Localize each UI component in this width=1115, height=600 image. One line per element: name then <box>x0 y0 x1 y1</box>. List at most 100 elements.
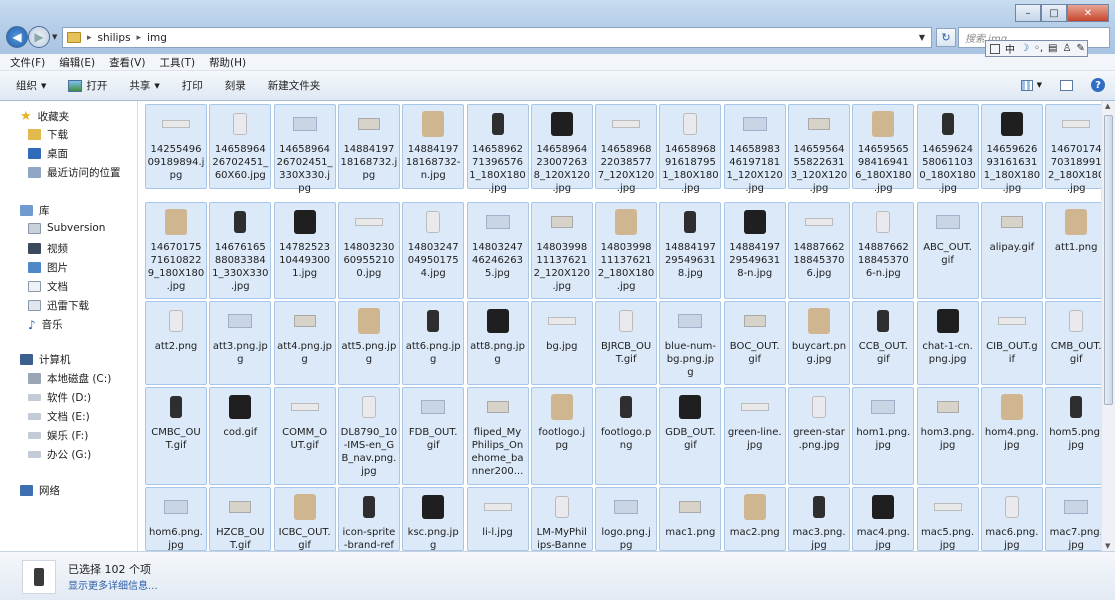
nav-libraries[interactable]: 库 <box>20 203 50 218</box>
file-tile[interactable]: li-l.jpg <box>466 487 529 551</box>
refresh-button[interactable]: ↻ <box>936 28 956 47</box>
file-tile[interactable]: hom1.png. jpg <box>852 387 915 485</box>
nav-recent-places[interactable]: 最近访问的位置 <box>28 165 121 180</box>
open-button[interactable]: 打开 <box>68 78 107 93</box>
file-tile[interactable]: 14782523 10449300 1.jpg <box>273 202 336 299</box>
file-tile[interactable]: 14658968 22038577 7_120X120 .jpg <box>595 104 658 194</box>
file-tile[interactable]: 14887662 18845370 6.jpg <box>788 202 850 299</box>
file-tile[interactable]: att3.png.jp g <box>209 301 272 385</box>
ime-language-label[interactable]: 中 <box>1005 41 1015 56</box>
minimize-button[interactable]: – <box>1015 4 1041 22</box>
file-tile[interactable]: 14658968 91618795 1_180X180 .jpg <box>659 104 722 194</box>
menu-view[interactable]: 查看(V) <box>109 55 145 70</box>
file-tile[interactable]: alipay.gif <box>980 202 1043 299</box>
file-list[interactable]: 14255496 09189894.j pg 14658964 26702451_ 60X… <box>139 101 1101 551</box>
nav-network[interactable]: 网络 <box>20 483 60 498</box>
file-tile[interactable]: blue-num-bg.png.jp g <box>659 301 722 385</box>
file-tile[interactable]: 14658964 26702451_ 330X330.j pg <box>273 104 336 194</box>
back-button[interactable]: ◀ <box>6 26 28 48</box>
file-tile[interactable]: att4.png.jp g <box>273 301 336 385</box>
file-tile[interactable]: footlogo.j pg <box>530 387 593 485</box>
file-tile[interactable]: cod.gif <box>209 387 272 485</box>
menu-file[interactable]: 文件(F) <box>10 55 45 70</box>
file-tile[interactable]: footlogo.p ng <box>595 387 658 485</box>
file-tile[interactable]: DL8790_10 -IMS-en_G B_nav.png. jpg <box>337 387 400 485</box>
file-tile[interactable]: chat-1-cn. png.jpg <box>916 301 979 385</box>
file-tile[interactable]: logo.png.j pg <box>595 487 658 551</box>
file-tile[interactable]: mac6.png. jpg <box>980 487 1043 551</box>
file-tile[interactable]: 14803998 11137621 2_120X120 .jpg <box>530 202 593 299</box>
breadcrumb-shilips[interactable]: shilips <box>98 32 131 44</box>
nav-drive-c[interactable]: 本地磁盘 (C:) <box>28 371 111 386</box>
file-tile[interactable]: 14658983 46197181 1_120X120 .jpg <box>723 104 786 194</box>
preview-pane-icon[interactable] <box>1060 79 1073 91</box>
file-tile[interactable]: CMB_OUT. gif <box>1045 301 1101 385</box>
file-tile[interactable]: att1.png <box>1045 202 1101 299</box>
file-tile[interactable]: 14659624 58061103 0_180X180 .jpg <box>916 104 979 194</box>
file-tile[interactable]: hom6.png. jpg <box>145 487 207 551</box>
file-tile[interactable]: att2.png <box>145 301 207 385</box>
nav-drive-f[interactable]: 娱乐 (F:) <box>28 428 88 443</box>
file-tile[interactable]: FDB_OUT. gif <box>402 387 465 485</box>
nav-subversion[interactable]: Subversion <box>28 222 105 234</box>
file-tile[interactable]: CMBC_OU T.gif <box>145 387 207 485</box>
nav-favorites[interactable]: ★ 收藏夹 <box>20 109 69 124</box>
file-tile[interactable]: 14658964 23007263 8_120X120 .jpg <box>530 104 593 194</box>
address-dropdown-icon[interactable]: ▼ <box>919 33 925 42</box>
chevron-right-icon[interactable]: ▸ <box>87 33 92 43</box>
file-tile[interactable]: att5.png.jp g <box>337 301 400 385</box>
scroll-down-icon[interactable]: ▼ <box>1105 542 1110 550</box>
file-tile[interactable]: buycart.pn g.jpg <box>788 301 850 385</box>
file-tile[interactable]: att8.png.jp g <box>466 301 529 385</box>
nav-downloads[interactable]: 下载 <box>28 127 68 142</box>
file-tile[interactable]: fliped_My Philips_On ehome_ba nner200... <box>466 387 529 485</box>
file-tile[interactable]: hom3.png. jpg <box>916 387 979 485</box>
file-tile[interactable]: green-star .png.jpg <box>788 387 850 485</box>
nav-music[interactable]: ♪ 音乐 <box>28 317 63 332</box>
breadcrumb-img[interactable]: img <box>147 32 167 44</box>
file-tile[interactable]: 14803247 04950175 4.jpg <box>402 202 465 299</box>
ime-toolbar[interactable]: 中 ☽ ◦, ▤ ♙ ✎ <box>985 40 1088 57</box>
file-tile[interactable]: 14884197 18168732.j pg <box>337 104 400 189</box>
new-folder-button[interactable]: 新建文件夹 <box>268 78 321 93</box>
file-tile[interactable]: 14658964 26702451_ 60X60.jpg <box>209 104 272 189</box>
nav-computer[interactable]: 计算机 <box>20 352 71 367</box>
file-tile[interactable]: icon-sprite -brand-ref <box>337 487 400 551</box>
share-button[interactable]: 共享 ▼ <box>129 78 159 93</box>
file-tile[interactable]: mac7.png. jpg <box>1045 487 1101 551</box>
file-tile[interactable]: hom4.png. jpg <box>980 387 1043 485</box>
file-tile[interactable]: 14659626 93161631 1_180X180 .jpg <box>980 104 1043 194</box>
file-tile[interactable]: green-line. jpg <box>723 387 786 485</box>
nav-xunlei[interactable]: 迅雷下载 <box>28 298 89 313</box>
chevron-right-icon[interactable]: ▸ <box>137 33 142 43</box>
file-tile[interactable]: CIB_OUT.g if <box>980 301 1043 385</box>
file-tile[interactable]: 14670175 71610822 9_180X180 .jpg <box>145 202 207 299</box>
file-tile[interactable]: 14659565 98416941 6_180X180 .jpg <box>852 104 915 194</box>
file-tile[interactable]: ICBC_OUT. gif <box>273 487 336 551</box>
nav-drive-g[interactable]: 办公 (G:) <box>28 447 91 462</box>
print-button[interactable]: 打印 <box>182 78 203 93</box>
file-tile[interactable]: ksc.png.jp g <box>402 487 465 551</box>
file-tile[interactable]: mac1.png <box>659 487 722 551</box>
forward-button[interactable]: ▶ <box>28 26 50 48</box>
menu-tools[interactable]: 工具(T) <box>159 55 195 70</box>
file-tile[interactable]: BOC_OUT. gif <box>723 301 786 385</box>
file-tile[interactable]: BJRCB_OU T.gif <box>595 301 658 385</box>
file-tile[interactable]: hom5.png. jpg <box>1045 387 1101 485</box>
address-bar[interactable]: ▸ shilips ▸ img ▼ <box>62 27 932 48</box>
scroll-up-icon[interactable]: ▲ <box>1105 102 1110 110</box>
file-tile[interactable]: 14676165 88083384 1_330X330 .jpg <box>209 202 272 299</box>
file-tile[interactable]: 14659564 55822631 3_120X120 .jpg <box>788 104 850 194</box>
nav-drive-d[interactable]: 软件 (D:) <box>28 390 91 405</box>
vertical-scrollbar[interactable]: ▲ ▼ <box>1101 101 1115 551</box>
file-tile[interactable]: 14884197 29549631 8-n.jpg <box>723 202 786 299</box>
nav-videos[interactable]: 视频 <box>28 241 68 256</box>
file-tile[interactable]: 14803998 11137621 2_180X180 .jpg <box>595 202 658 299</box>
nav-desktop[interactable]: 桌面 <box>28 146 68 161</box>
maximize-button[interactable]: □ <box>1041 4 1067 22</box>
file-tile[interactable]: bg.jpg <box>530 301 593 385</box>
nav-pictures[interactable]: 图片 <box>28 260 68 275</box>
file-tile[interactable]: mac3.png. jpg <box>788 487 850 551</box>
file-tile[interactable]: 14803247 46246263 5.jpg <box>466 202 529 299</box>
file-tile[interactable]: 14884197 18168732- n.jpg <box>402 104 465 189</box>
